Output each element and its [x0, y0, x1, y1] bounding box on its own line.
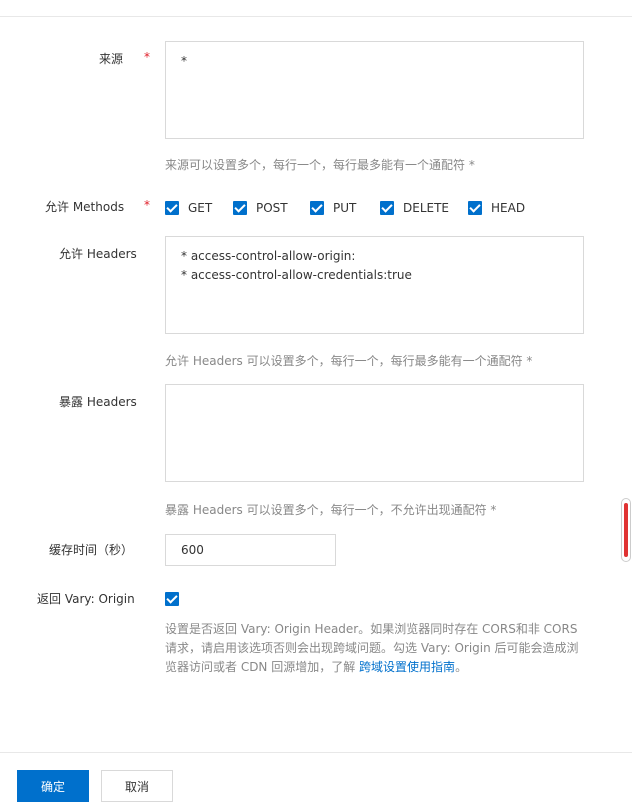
- checkbox-checked-icon[interactable]: [165, 592, 179, 606]
- vary-checkbox[interactable]: [165, 592, 179, 606]
- vary-description: 设置是否返回 Vary: Origin Header。如果浏览器同时存在 COR…: [165, 620, 605, 677]
- allow-headers-line: * access-control-allow-origin:: [181, 249, 356, 263]
- method-delete-label: DELETE: [403, 201, 450, 215]
- expose-headers-textarea[interactable]: [165, 384, 584, 482]
- checkbox-checked-icon[interactable]: [165, 201, 179, 215]
- cancel-button[interactable]: 取消: [101, 770, 173, 802]
- allow-headers-line: * access-control-allow-credentials:true: [181, 268, 412, 282]
- scrollbar-thumb[interactable]: [624, 503, 628, 557]
- methods-label: 允许 Methods: [45, 200, 125, 214]
- vary-description-end: 。: [455, 660, 468, 674]
- origin-label: 来源: [99, 52, 124, 66]
- checkbox-checked-icon[interactable]: [468, 201, 482, 215]
- scrollbar[interactable]: [621, 498, 631, 562]
- top-divider: [0, 16, 632, 17]
- checkbox-checked-icon[interactable]: [233, 201, 247, 215]
- origin-line: *: [181, 54, 187, 68]
- origin-textarea[interactable]: *: [165, 41, 584, 139]
- vary-label: 返回 Vary: Origin: [37, 592, 135, 606]
- vary-description-text: 览器访问或者 CDN 回源增加，了解: [165, 660, 360, 674]
- method-head-checkbox[interactable]: HEAD: [468, 201, 525, 215]
- allow-headers-label: 允许 Headers: [59, 247, 137, 261]
- method-post-label: POST: [256, 201, 288, 215]
- vary-description-line: 请求，请启用该选项否则会出现跨域问题。勾选 Vary: Origin 后可能会造…: [165, 641, 579, 655]
- method-head-label: HEAD: [491, 201, 526, 215]
- checkbox-checked-icon[interactable]: [310, 201, 324, 215]
- confirm-button[interactable]: 确定: [17, 770, 89, 802]
- allow-headers-textarea[interactable]: * access-control-allow-origin: * access-…: [165, 236, 584, 334]
- cache-time-input[interactable]: 600: [165, 534, 336, 566]
- methods-required-mark: *: [144, 198, 150, 212]
- method-delete-checkbox[interactable]: DELETE: [380, 201, 449, 215]
- method-put-label: PUT: [333, 201, 357, 215]
- expose-headers-label: 暴露 Headers: [59, 395, 137, 409]
- cache-time-label: 缓存时间（秒）: [49, 543, 134, 557]
- method-get-checkbox[interactable]: GET: [165, 201, 212, 215]
- method-post-checkbox[interactable]: POST: [233, 201, 288, 215]
- origin-required-mark: *: [144, 50, 150, 64]
- allow-headers-hint: 允许 Headers 可以设置多个，每行一个，每行最多能有一个通配符 *: [165, 354, 533, 368]
- origin-hint: 来源可以设置多个，每行一个，每行最多能有一个通配符 *: [165, 158, 475, 172]
- checkbox-checked-icon[interactable]: [380, 201, 394, 215]
- cors-guide-link[interactable]: 跨域设置使用指南: [359, 660, 455, 674]
- method-get-label: GET: [188, 201, 213, 215]
- method-put-checkbox[interactable]: PUT: [310, 201, 356, 215]
- vary-description-line-last: 览器访问或者 CDN 回源增加，了解 跨域设置使用指南。: [165, 658, 605, 677]
- vary-description-line: 设置是否返回 Vary: Origin Header。如果浏览器同时存在 COR…: [165, 622, 578, 636]
- footer-divider: [0, 752, 632, 753]
- expose-headers-hint: 暴露 Headers 可以设置多个，每行一个，不允许出现通配符 *: [165, 503, 497, 517]
